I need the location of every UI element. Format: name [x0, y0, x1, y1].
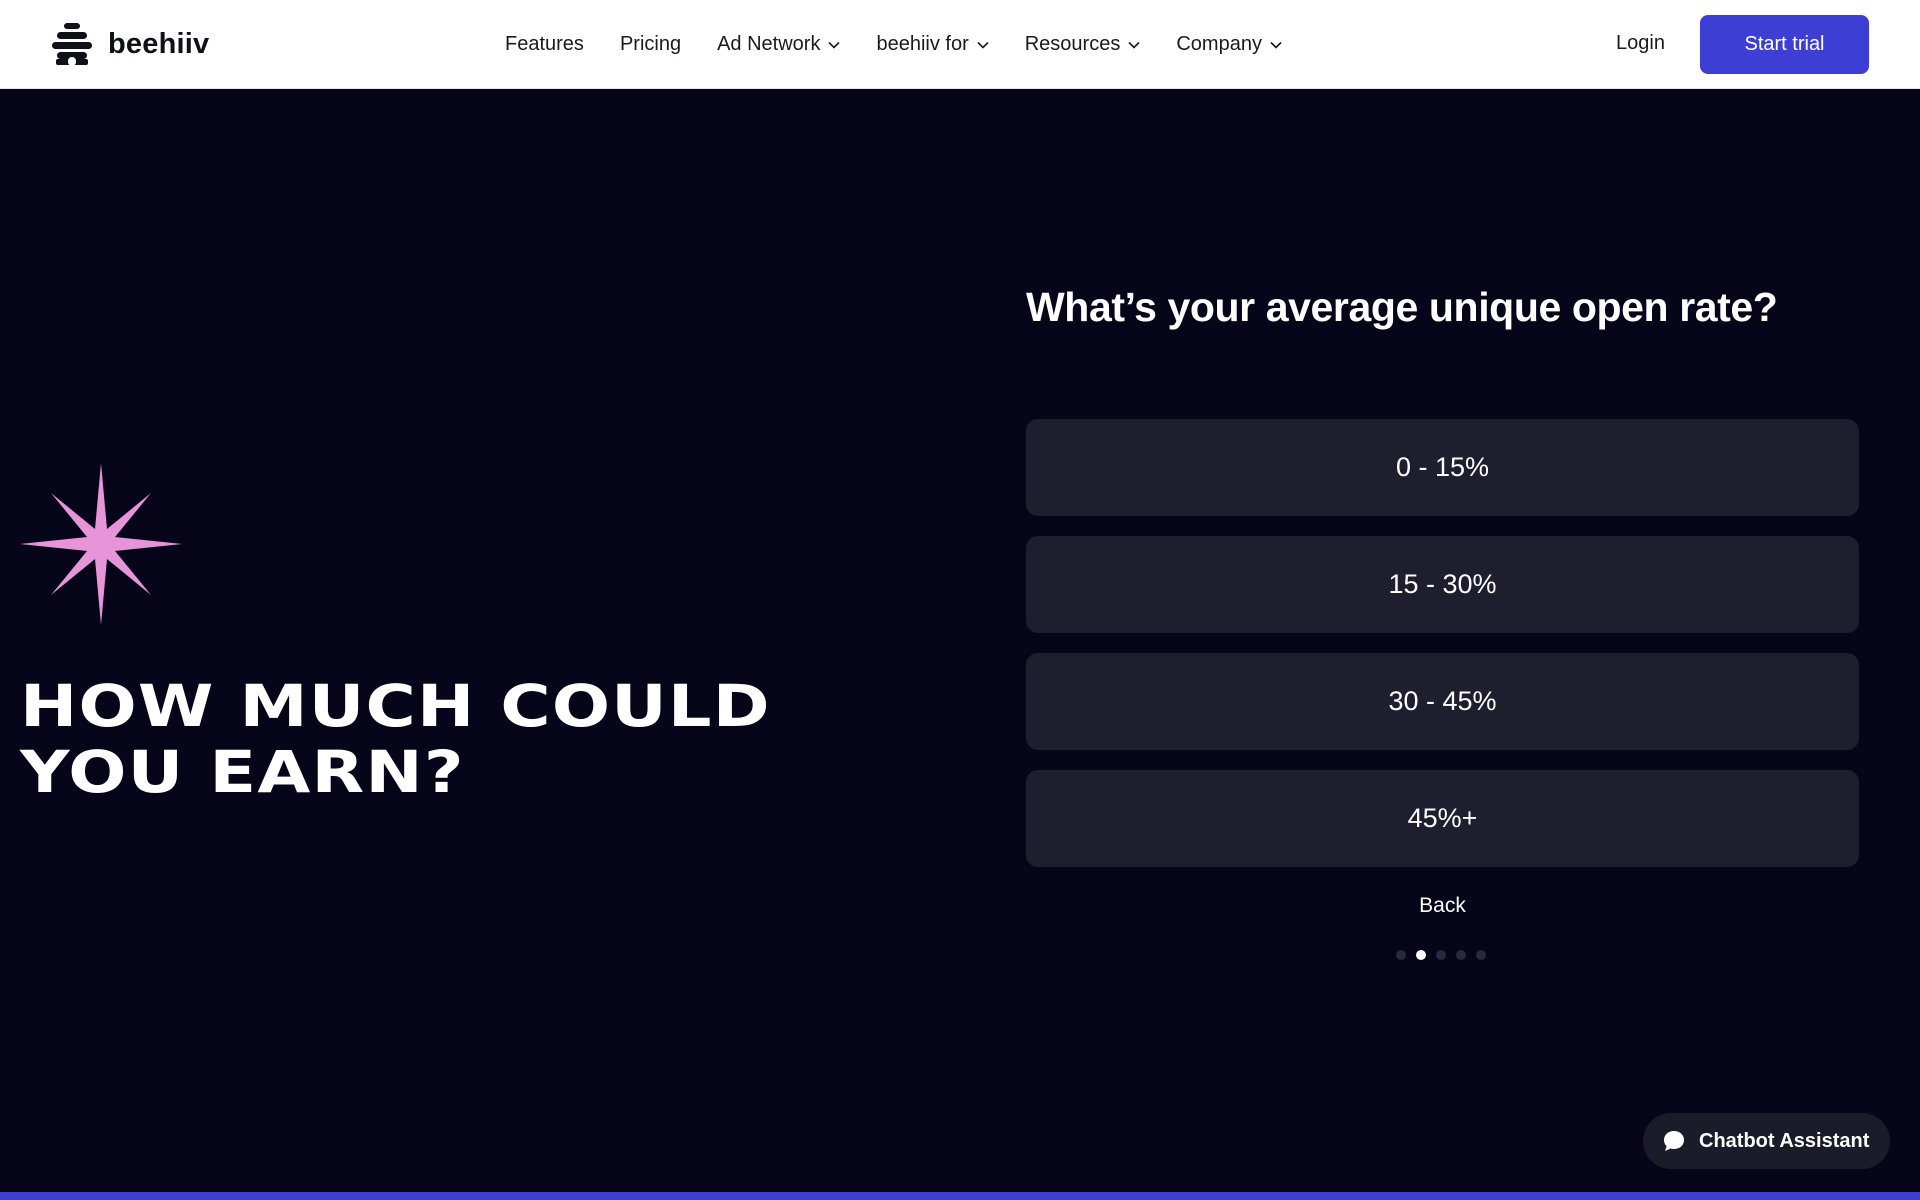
- nav-company[interactable]: Company: [1176, 33, 1282, 56]
- quiz-option-0-15[interactable]: 0 - 15%: [1026, 419, 1859, 516]
- progress-dot-5: [1476, 950, 1486, 960]
- start-trial-button[interactable]: Start trial: [1700, 15, 1869, 74]
- beehive-logo-icon: [52, 23, 92, 66]
- nav-company-label: Company: [1176, 33, 1262, 55]
- nav-beehiiv-for-label: beehiiv for: [876, 33, 969, 55]
- quiz-question: What’s your average unique open rate?: [1026, 284, 1778, 330]
- hero-headline-line-1: HOW MUCH COULD: [20, 672, 771, 740]
- quiz-option-45-plus[interactable]: 45%+: [1026, 770, 1859, 867]
- chatbot-assistant-button[interactable]: Chatbot Assistant: [1643, 1113, 1890, 1169]
- nav-resources-label: Resources: [1024, 33, 1121, 55]
- quiz-option-15-30[interactable]: 15 - 30%: [1026, 536, 1859, 633]
- chevron-down-icon: [1128, 41, 1140, 49]
- main-nav: Features Pricing Ad Network beehiiv for …: [505, 0, 1318, 89]
- bottom-accent-bar: [0, 1192, 1920, 1200]
- quiz-option-30-45[interactable]: 30 - 45%: [1026, 653, 1859, 750]
- chevron-down-icon: [1270, 41, 1282, 49]
- login-link[interactable]: Login: [1616, 32, 1665, 55]
- brand-name: beehiiv: [108, 27, 210, 60]
- quiz-options: 0 - 15% 15 - 30% 30 - 45% 45%+: [1026, 419, 1859, 887]
- sparkle-star-icon: [20, 463, 182, 625]
- nav-ad-network[interactable]: Ad Network: [717, 33, 841, 56]
- progress-dot-3: [1436, 950, 1446, 960]
- nav-features-label: Features: [505, 33, 584, 55]
- nav-pricing-label: Pricing: [619, 33, 682, 55]
- chatbot-label: Chatbot Assistant: [1699, 1129, 1870, 1152]
- nav-pricing[interactable]: Pricing: [620, 33, 681, 56]
- hero-headline: HOW MUCH COULD YOU EARN?: [20, 673, 917, 805]
- quiz-progress-dots: [1396, 950, 1486, 960]
- chevron-down-icon: [977, 41, 989, 49]
- progress-dot-1: [1396, 950, 1406, 960]
- nav-resources[interactable]: Resources: [1025, 33, 1141, 56]
- progress-dot-2: [1416, 950, 1426, 960]
- brand-logo-link[interactable]: beehiiv: [50, 22, 209, 66]
- nav-beehiiv-for[interactable]: beehiiv for: [876, 33, 989, 56]
- hero-headline-line-2: YOU EARN?: [20, 738, 465, 806]
- chevron-down-icon: [828, 41, 841, 49]
- nav-ad-network-label: Ad Network: [717, 33, 821, 55]
- progress-dot-4: [1456, 950, 1466, 960]
- nav-features[interactable]: Features: [505, 33, 584, 56]
- chat-bubble-icon: [1664, 1131, 1684, 1151]
- quiz-back-button[interactable]: Back: [1026, 894, 1859, 918]
- site-header: beehiiv Features Pricing Ad Network beeh…: [0, 0, 1920, 89]
